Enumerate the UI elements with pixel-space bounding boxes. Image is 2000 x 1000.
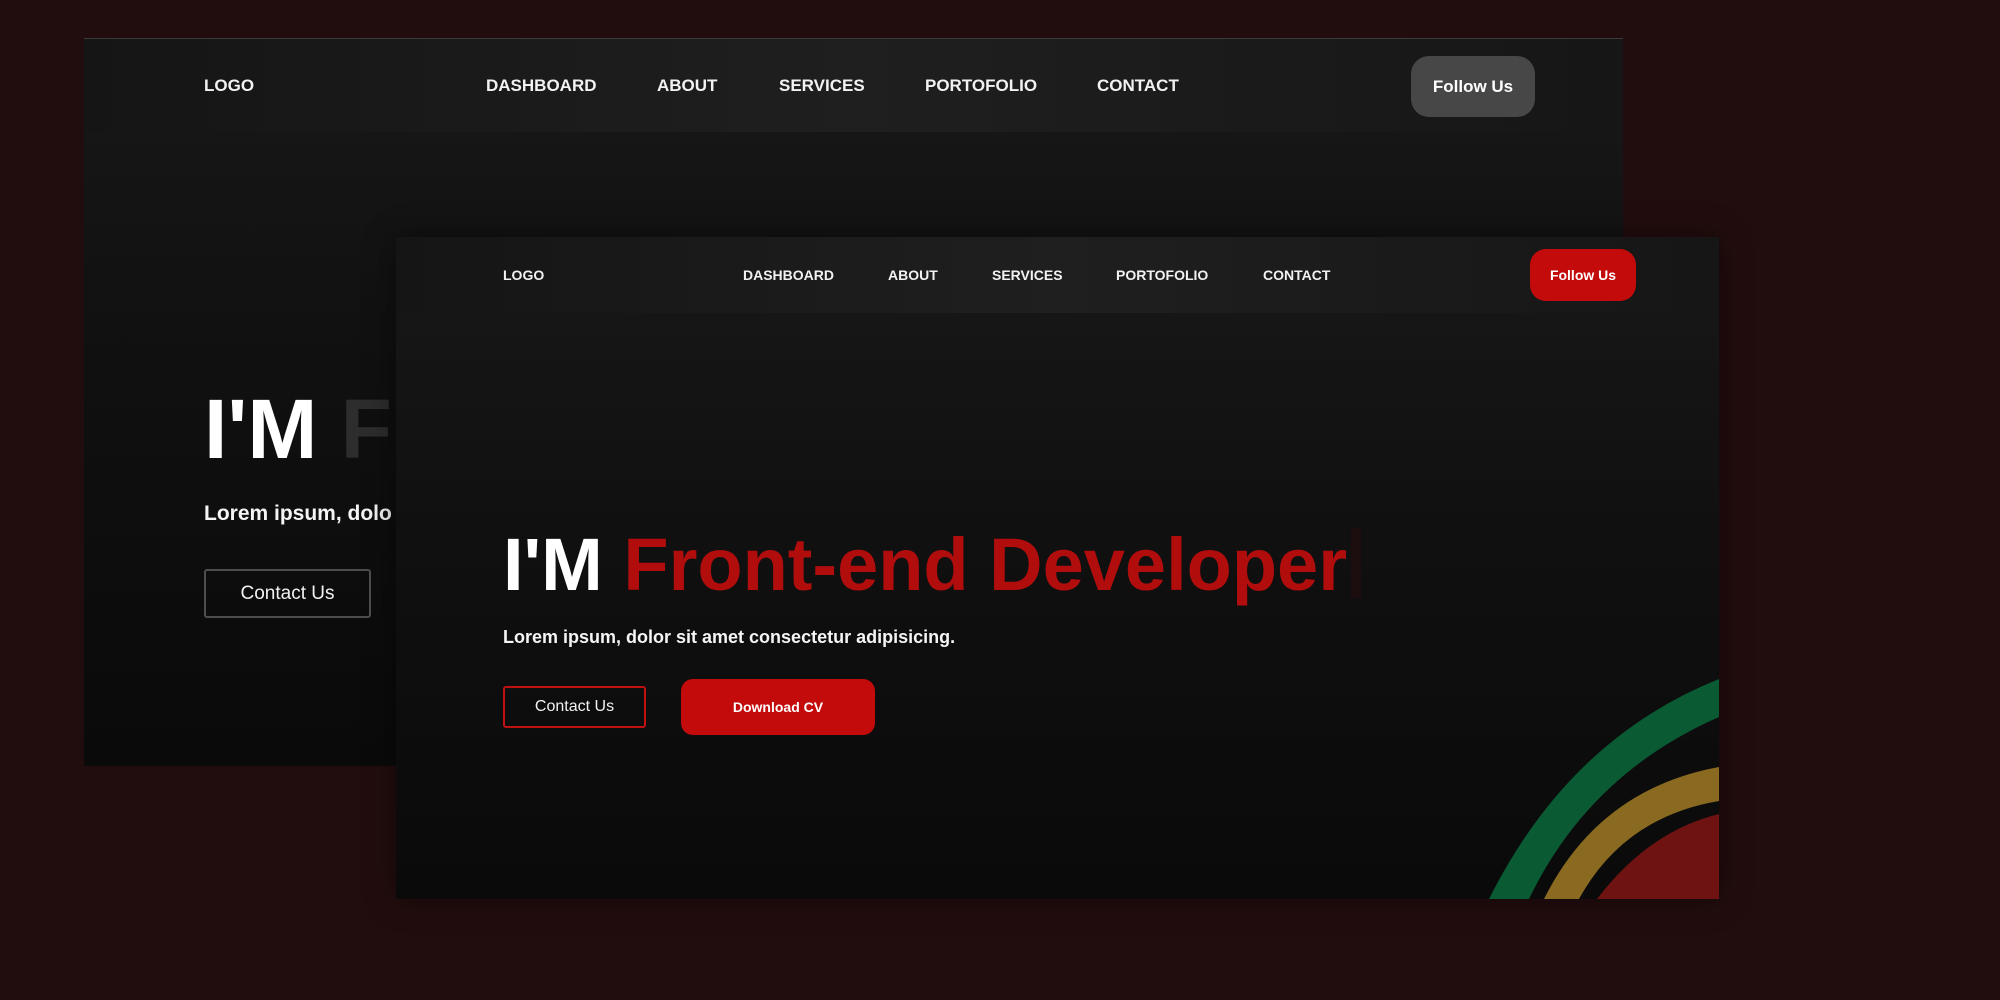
decorative-arcs <box>1479 679 1719 899</box>
nav-link-dashboard[interactable]: DASHBOARD <box>486 76 597 96</box>
navbar: LOGO DASHBOARD ABOUT SERVICES PORTOFOLIO… <box>396 237 1719 313</box>
hero-subtitle: Lorem ipsum, dolor sit amet consectetur … <box>503 627 956 647</box>
hero-role: Front-end Developer <box>623 523 1348 606</box>
nav-link-dashboard[interactable]: DASHBOARD <box>743 267 834 283</box>
follow-us-button[interactable]: Follow Us <box>1530 249 1636 301</box>
hero-headline: I'M Front-end Developer <box>503 522 1362 607</box>
nav-link-portofolio[interactable]: PORTOFOLIO <box>1116 267 1208 283</box>
logo[interactable]: LOGO <box>503 267 544 283</box>
hero-role: F <box>340 382 392 476</box>
hero-headline: I'M F <box>204 381 392 478</box>
hero-intro: I'M <box>204 382 318 476</box>
navbar: LOGO DASHBOARD ABOUT SERVICES PORTOFOLIO… <box>84 39 1623 132</box>
hero-subtitle: Lorem ipsum, dolo <box>204 502 392 525</box>
nav-link-services[interactable]: SERVICES <box>992 267 1063 283</box>
decorative-arcs-graphic <box>1489 679 1719 899</box>
contact-us-button[interactable]: Contact Us <box>204 569 371 618</box>
logo[interactable]: LOGO <box>204 76 254 96</box>
typing-cursor <box>1351 528 1362 598</box>
nav-link-contact[interactable]: CONTACT <box>1097 76 1179 96</box>
hero-intro: I'M <box>503 523 603 606</box>
nav-link-portofolio[interactable]: PORTOFOLIO <box>925 76 1037 96</box>
foreground-page-preview: LOGO DASHBOARD ABOUT SERVICES PORTOFOLIO… <box>396 237 1719 899</box>
download-cv-button[interactable]: Download CV <box>681 679 875 735</box>
contact-us-button[interactable]: Contact Us <box>503 686 646 728</box>
follow-us-button[interactable]: Follow Us <box>1411 56 1535 117</box>
nav-link-about[interactable]: ABOUT <box>657 76 717 96</box>
nav-link-about[interactable]: ABOUT <box>888 267 938 283</box>
nav-link-services[interactable]: SERVICES <box>779 76 865 96</box>
nav-link-contact[interactable]: CONTACT <box>1263 267 1330 283</box>
